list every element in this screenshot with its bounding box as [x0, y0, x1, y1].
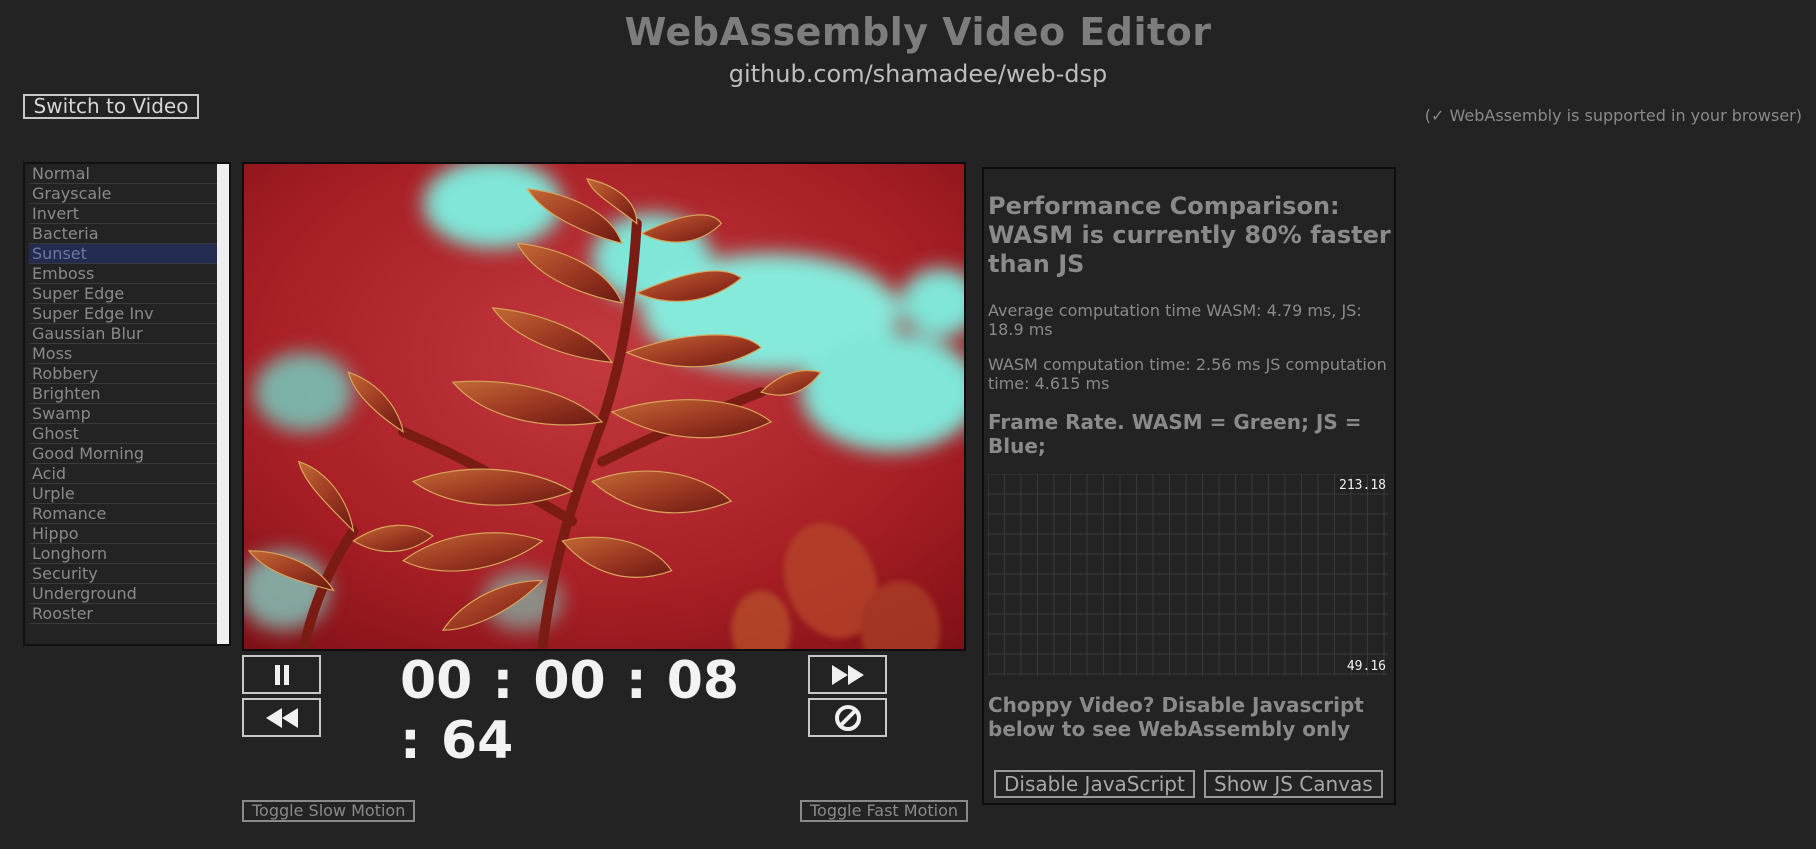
- fast-forward-button[interactable]: [808, 655, 887, 694]
- filter-item[interactable]: Swamp: [29, 404, 221, 424]
- disable-javascript-button[interactable]: Disable JavaScript: [994, 770, 1195, 798]
- filter-item[interactable]: Hippo: [29, 524, 221, 544]
- filter-item[interactable]: Bacteria: [29, 224, 221, 244]
- filter-item[interactable]: Acid: [29, 464, 221, 484]
- fast-forward-icon: [831, 664, 864, 685]
- filter-item[interactable]: Security: [29, 564, 221, 584]
- filter-item[interactable]: Underground: [29, 584, 221, 604]
- filter-item[interactable]: Super Edge Inv: [29, 304, 221, 324]
- video-frame-image: [244, 164, 964, 649]
- rewind-button[interactable]: [242, 698, 321, 737]
- filter-item[interactable]: Ghost: [29, 424, 221, 444]
- filter-item[interactable]: Grayscale: [29, 184, 221, 204]
- filter-item[interactable]: Normal: [29, 164, 221, 184]
- filter-item[interactable]: Emboss: [29, 264, 221, 284]
- wasm-support-message: (✓ WebAssembly is supported in your brow…: [1424, 106, 1802, 125]
- cancel-icon: [834, 704, 861, 731]
- filter-list[interactable]: Normal Grayscale Invert Bacteria Sunset Embos…: [23, 162, 231, 646]
- filter-item[interactable]: Invert: [29, 204, 221, 224]
- toggle-slow-motion-button[interactable]: Toggle Slow Motion: [242, 800, 416, 822]
- choppy-video-message: Choppy Video? Disable Javascript below t…: [988, 693, 1364, 741]
- stop-button[interactable]: [808, 698, 887, 737]
- average-time-text: Average computation time WASM: 4.79 ms, …: [988, 301, 1362, 339]
- frame-rate-chart: 213.18 49.16: [987, 473, 1388, 676]
- performance-heading: Performance Comparison: WASM is currentl…: [988, 192, 1391, 278]
- repo-link[interactable]: github.com/shamadee/web-dsp: [0, 60, 1816, 88]
- filter-item[interactable]: Super Edge: [29, 284, 221, 304]
- filter-item[interactable]: Sunset: [29, 244, 221, 264]
- pause-icon: [274, 664, 289, 685]
- filter-item[interactable]: Longhorn: [29, 544, 221, 564]
- frame-rate-grid: [987, 473, 1388, 676]
- filter-list-scrollbar[interactable]: [217, 164, 229, 644]
- switch-to-video-button[interactable]: Switch to Video: [23, 94, 199, 119]
- filter-item[interactable]: Gaussian Blur: [29, 324, 221, 344]
- current-time-text: WASM computation time: 2.56 ms JS comput…: [988, 355, 1387, 393]
- video-timecode: 00 : 00 : 08 : 64: [400, 651, 740, 771]
- filter-item[interactable]: Good Morning: [29, 444, 221, 464]
- toggle-fast-motion-button[interactable]: Toggle Fast Motion: [800, 800, 969, 822]
- frame-rate-heading: Frame Rate. WASM = Green; JS = Blue;: [988, 410, 1362, 458]
- filter-item[interactable]: Romance: [29, 504, 221, 524]
- fps-min-label: 49.16: [1346, 659, 1386, 674]
- filter-item[interactable]: Brighten: [29, 384, 221, 404]
- video-canvas-frame: [242, 162, 966, 651]
- scrollbar-accent: [229, 164, 231, 454]
- fps-max-label: 213.18: [1339, 478, 1386, 493]
- filter-item[interactable]: Robbery: [29, 364, 221, 384]
- page-title: WebAssembly Video Editor: [624, 10, 1212, 54]
- pause-button[interactable]: [242, 655, 321, 694]
- show-js-canvas-button[interactable]: Show JS Canvas: [1204, 770, 1383, 798]
- rewind-icon: [265, 707, 298, 728]
- filter-item[interactable]: Moss: [29, 344, 221, 364]
- filter-item[interactable]: Rooster: [29, 604, 221, 624]
- filter-items: Normal Grayscale Invert Bacteria Sunset Embos…: [25, 164, 221, 624]
- filter-item[interactable]: Urple: [29, 484, 221, 504]
